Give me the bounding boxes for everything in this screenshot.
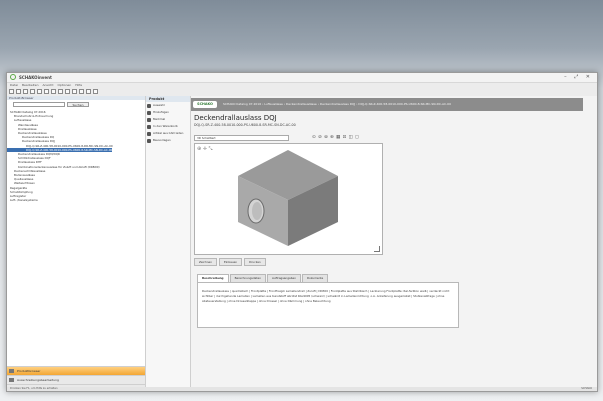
subtab-drucken[interactable]: Drucken <box>244 258 266 266</box>
action-label: Auswahl <box>153 103 165 107</box>
nav-section[interactable]: Ausschreibungsbearbeitung <box>7 375 145 384</box>
nav-section[interactable]: Produktbrowser <box>7 366 145 375</box>
action-item[interactable]: Hinzufügen <box>146 109 190 116</box>
undo-icon[interactable] <box>30 89 35 94</box>
action-label: Merkmal <box>153 117 166 121</box>
action-icon <box>147 138 151 143</box>
action-label: Artikel aus CAD laden <box>153 131 184 135</box>
status-text: Drücken Sie F1, um Hilfe zu erhalten <box>10 387 58 390</box>
3d-viewer[interactable]: ⊕ ✛ ⤡ <box>194 143 383 255</box>
help-icon[interactable] <box>93 89 98 94</box>
product-3d-model <box>238 150 338 246</box>
menu-bearbeiten[interactable]: Bearbeiten <box>22 83 38 87</box>
product-browser-pane: Produkt-Browser Suchen SCHAKO Katalog 07… <box>7 96 146 391</box>
action-icon <box>147 103 151 108</box>
cut-icon[interactable] <box>44 89 49 94</box>
action-item[interactable]: Bauvorlagen <box>146 137 190 144</box>
status-brand: SCHAKO <box>581 387 592 390</box>
action-icon <box>147 131 151 136</box>
subtab-zeichnen[interactable]: Zeichnen <box>194 258 217 266</box>
menu-optionen[interactable]: Optionen <box>57 83 71 87</box>
status-bar: Drücken Sie F1, um Hilfe zu erhalten SCH… <box>7 387 597 391</box>
section-label: Produktbrowser <box>17 369 41 373</box>
search-button[interactable]: Suchen <box>67 102 89 107</box>
description-text: Deckendrallauslass | quadratisch | Front… <box>202 289 451 303</box>
description-panel: Deckendrallauslass | quadratisch | Front… <box>197 282 459 328</box>
action-icon <box>147 124 151 129</box>
action-label: Hinzufügen <box>153 110 169 114</box>
view-mode-select[interactable]: 3D Schattiert <box>194 135 289 141</box>
actions-pane: Produkt Auswahl Hinzufügen Merkmal In den W… <box>146 96 191 387</box>
grid-icon[interactable] <box>72 89 77 94</box>
actions-list: Auswahl Hinzufügen Merkmal In den Warenkorb… <box>146 102 190 144</box>
app-logo-icon <box>10 74 16 80</box>
action-label: In den Warenkorb <box>153 124 178 128</box>
title-bar: SCHAKOinvent – ⤢ ✕ <box>7 73 597 83</box>
window-controls[interactable]: – ⤢ ✕ <box>564 74 593 80</box>
view-toolbar-icons[interactable]: ⊙ ⊘ ⊚ ⊛ ▦ ⊡ ◫ ◻ <box>312 135 359 140</box>
product-code: DQJ-Q-SR-Z-400-58-0010-000-PS-U600-8-SR-… <box>194 123 296 127</box>
print-icon[interactable] <box>65 89 70 94</box>
header-banner: SCHAKO SCHAKO Katalog 07.2016 › Luftausl… <box>191 98 583 111</box>
filter-icon[interactable] <box>86 89 91 94</box>
menu-datei[interactable]: Datei <box>10 83 18 87</box>
settings-icon[interactable] <box>79 89 84 94</box>
menu-hilfe[interactable]: Hilfe <box>75 83 82 87</box>
section-label: Ausschreibungsbearbeitung <box>17 378 59 382</box>
menu-ansicht[interactable]: Ansicht <box>42 83 53 87</box>
action-label: Bauvorlagen <box>153 138 171 142</box>
viewer-subtabs: Zeichnen Einbauen Drucken <box>194 258 266 266</box>
resize-icon[interactable] <box>374 246 380 252</box>
action-item[interactable]: Auswahl <box>146 102 190 109</box>
copy-icon[interactable] <box>51 89 56 94</box>
section-icon <box>9 369 14 373</box>
tree-item[interactable]: Luft- /Kanalsysteme <box>7 198 38 202</box>
toolbar <box>9 88 98 95</box>
model-spigot-inner <box>252 202 262 220</box>
viewer-header: 3D Schattiert ⊙ ⊘ ⊚ ⊛ ▦ ⊡ ◫ ◻ <box>194 135 379 141</box>
search-input[interactable] <box>13 102 65 107</box>
app-title: SCHAKOinvent <box>19 75 52 80</box>
app-window: SCHAKOinvent – ⤢ ✕ Datei Bearbeiten Ansi… <box>6 72 598 392</box>
action-item[interactable]: Merkmal <box>146 116 190 123</box>
action-icon <box>147 117 151 122</box>
action-item[interactable]: Artikel aus CAD laden <box>146 130 190 137</box>
subtab-einbauen[interactable]: Einbauen <box>219 258 243 266</box>
breadcrumb: SCHAKO Katalog 07.2016 › Luftauslässe › … <box>223 102 451 106</box>
new-icon[interactable] <box>9 89 14 94</box>
product-content: SCHAKO SCHAKO Katalog 07.2016 › Luftausl… <box>191 96 597 387</box>
save-icon[interactable] <box>23 89 28 94</box>
redo-icon[interactable] <box>37 89 42 94</box>
action-icon <box>147 110 151 115</box>
product-title: Deckendrallauslass DQJ <box>194 114 277 122</box>
schako-logo: SCHAKO <box>193 101 217 108</box>
section-icon <box>9 378 14 382</box>
paste-icon[interactable] <box>58 89 63 94</box>
action-item[interactable]: In den Warenkorb <box>146 123 190 130</box>
open-icon[interactable] <box>16 89 21 94</box>
search-row: Suchen <box>7 100 145 109</box>
